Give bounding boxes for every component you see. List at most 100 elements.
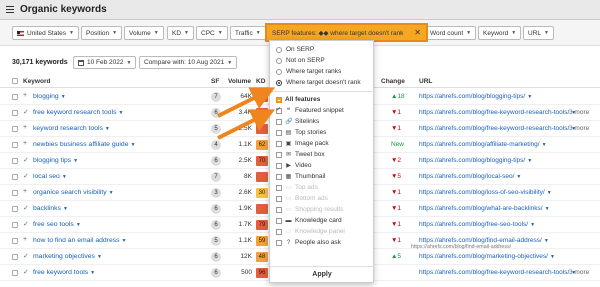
checkbox[interactable]	[276, 151, 282, 158]
more-urls-link[interactable]: 3 more	[569, 125, 589, 132]
url-link[interactable]: https://ahrefs.com/blog/marketing-object…	[419, 253, 555, 260]
keyword-link[interactable]: how to find an email address ▼	[33, 237, 126, 244]
checkbox[interactable]	[276, 106, 282, 114]
word-count-filter[interactable]: Word count ▼	[425, 26, 477, 40]
serp-mode-option[interactable]: Not on SERP	[276, 56, 325, 65]
keyword-link[interactable]: free seo tools ▼	[33, 221, 81, 228]
compare-picker[interactable]: Compare with: 10 Aug 2021 ▼	[139, 56, 238, 69]
col-kd[interactable]: KD	[256, 78, 265, 85]
volume-value: 1.9K	[238, 205, 252, 212]
row-checkbox[interactable]	[12, 206, 18, 212]
row-checkbox[interactable]	[12, 270, 18, 276]
country-filter[interactable]: United States ▼	[12, 26, 79, 40]
checkbox[interactable]	[276, 217, 282, 224]
plus-icon[interactable]: +	[23, 140, 27, 147]
radio-icon[interactable]	[276, 57, 282, 64]
checkbox[interactable]	[276, 129, 282, 136]
serp-feature-option[interactable]: ▣ Image pack	[276, 139, 329, 148]
row-checkbox[interactable]	[12, 158, 18, 164]
checkbox[interactable]	[276, 239, 282, 246]
chevron-down-icon: ▼	[62, 206, 68, 212]
more-urls-link[interactable]: 3 more	[569, 269, 589, 276]
all-features-option[interactable]: All features	[276, 95, 320, 104]
serp-mode-option[interactable]: Where target ranks	[276, 67, 341, 76]
url-link[interactable]: https://ahrefs.com/blog/free-keyword-res…	[419, 109, 576, 116]
url-link[interactable]: https://ahrefs.com/blog/find-email-addre…	[419, 237, 549, 244]
serp-feature-option[interactable]: ✉ Tweet box	[276, 150, 325, 159]
serp-feature-option[interactable]: ▤ Top stories	[276, 128, 326, 137]
url-link[interactable]: https://ahrefs.com/blog/blogging-tips/▼	[419, 157, 532, 164]
serp-feature-option[interactable]: ▦ Thumbnail	[276, 172, 325, 181]
url-link[interactable]: https://ahrefs.com/blog/loss-of-seo-visi…	[419, 189, 552, 196]
keyword-link[interactable]: organice search visibility ▼	[33, 189, 114, 196]
keyword-link[interactable]: marketing objectives ▼	[33, 253, 102, 260]
serp-feature-option[interactable]: ❝Featured snippet	[276, 106, 344, 115]
row-checkbox[interactable]	[12, 94, 18, 100]
plus-icon[interactable]: +	[23, 92, 27, 99]
keyword-filter[interactable]: Keyword ▼	[478, 26, 522, 40]
chevron-down-icon: ▼	[118, 110, 124, 116]
url-link[interactable]: https://ahrefs.com/blog/free-seo-tools/▼	[419, 221, 535, 228]
url-link[interactable]: https://ahrefs.com/blog/what-are-backlin…	[419, 205, 550, 212]
plus-icon[interactable]: +	[23, 236, 27, 243]
date-picker[interactable]: 10 Feb 2022 ▼	[73, 56, 137, 69]
row-checkbox[interactable]	[12, 190, 18, 196]
row-checkbox[interactable]	[12, 222, 18, 228]
url-filter[interactable]: URL ▼	[523, 26, 554, 40]
url-link[interactable]: https://ahrefs.com/blog/affiliate-market…	[419, 141, 547, 148]
kd-filter[interactable]: KD ▼	[167, 26, 194, 40]
menu-icon[interactable]	[6, 6, 14, 13]
row-checkbox[interactable]	[12, 142, 18, 148]
keyword-link[interactable]: free keyword research tools ▼	[33, 109, 123, 116]
checkbox[interactable]	[276, 140, 282, 147]
keyword-link[interactable]: blogging tips ▼	[33, 157, 78, 164]
col-change[interactable]: Change	[381, 78, 405, 85]
row-checkbox[interactable]	[12, 110, 18, 116]
serp-feature-option[interactable]: 🔗 Sitelinks	[276, 117, 319, 126]
checkbox[interactable]	[276, 162, 282, 169]
cpc-filter[interactable]: CPC ▼	[196, 26, 228, 40]
checkbox-partial-icon[interactable]	[276, 96, 282, 103]
serp-mode-option[interactable]: Where target doesn't rank	[276, 78, 361, 87]
traffic-filter[interactable]: Traffic ▼	[230, 26, 266, 40]
keyword-link[interactable]: newbies business affiliate guide ▼	[33, 141, 135, 148]
serp-mode-option[interactable]: On SERP	[276, 45, 314, 54]
more-urls-link[interactable]: 3 more	[569, 109, 589, 116]
apply-button[interactable]: Apply	[270, 266, 374, 282]
radio-icon[interactable]	[276, 68, 282, 75]
keyword-link[interactable]: local seo ▼	[33, 173, 67, 180]
keyword-link[interactable]: blogging ▼	[33, 93, 66, 100]
keyword-link[interactable]: free keyword tools ▼	[33, 269, 95, 276]
col-volume[interactable]: Volume	[228, 78, 251, 85]
checkbox[interactable]	[276, 118, 282, 125]
radio-icon[interactable]	[276, 46, 282, 53]
url-link[interactable]: https://ahrefs.com/blog/blogging-tips/▼	[419, 93, 532, 100]
plus-icon[interactable]: +	[23, 188, 27, 195]
checkbox[interactable]	[276, 173, 282, 180]
col-url[interactable]: URL	[419, 78, 432, 85]
url-link[interactable]: https://ahrefs.com/blog/free-keyword-res…	[419, 125, 576, 132]
sf-count-badge: 6	[211, 220, 221, 230]
radio-icon[interactable]	[276, 79, 282, 86]
volume-filter[interactable]: Volume ▼	[124, 26, 164, 40]
position-filter[interactable]: Position ▼	[81, 26, 123, 40]
close-icon[interactable]: ✕	[414, 28, 421, 37]
url-link[interactable]: https://ahrefs.com/blog/free-keyword-res…	[419, 269, 576, 276]
chevron-down-icon: ▼	[544, 206, 550, 212]
keyword-link[interactable]: backlinks ▼	[33, 205, 68, 212]
serp-feature-option[interactable]: ? People also ask	[276, 238, 341, 247]
plus-icon[interactable]: +	[23, 124, 27, 131]
kd-badge	[256, 204, 268, 214]
serp-feature-option[interactable]: ▶ Video	[276, 161, 312, 170]
col-sf[interactable]: SF	[211, 78, 219, 85]
row-checkbox[interactable]	[12, 126, 18, 132]
col-keyword[interactable]: Keyword	[23, 78, 50, 85]
row-checkbox[interactable]	[12, 174, 18, 180]
keyword-link[interactable]: keyword research tools ▼	[33, 125, 110, 132]
select-all-checkbox[interactable]	[12, 78, 18, 84]
url-link[interactable]: https://ahrefs.com/blog/local-seo/▼	[419, 173, 521, 180]
feature-icon: ▣	[285, 141, 292, 147]
row-checkbox[interactable]	[12, 238, 18, 244]
serp-feature-option[interactable]: ▬ Knowledge card	[276, 216, 342, 225]
row-checkbox[interactable]	[12, 254, 18, 260]
